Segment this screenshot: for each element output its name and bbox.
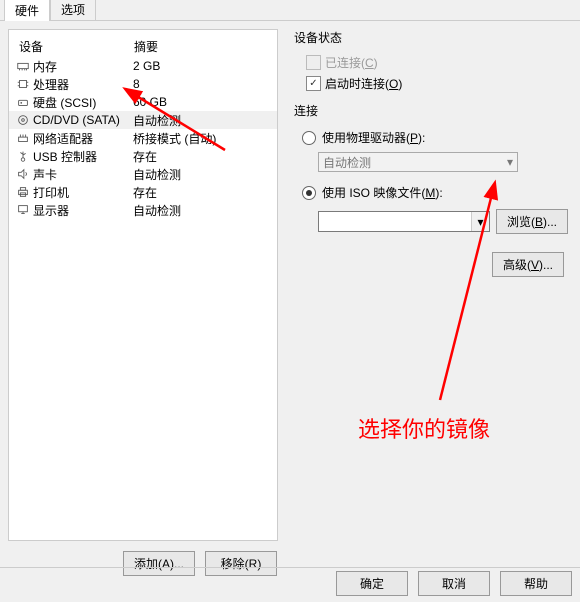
cancel-button[interactable]: 取消: [418, 571, 490, 596]
device-value: 60 GB: [133, 95, 271, 109]
net-icon: [15, 130, 31, 146]
tab-bar: 硬件 选项: [0, 0, 580, 21]
ok-button[interactable]: 确定: [336, 571, 408, 596]
help-button[interactable]: 帮助: [500, 571, 572, 596]
device-name: 显示器: [33, 202, 133, 219]
physical-drive-label: 使用物理驱动器(P):: [322, 129, 425, 146]
header-device: 设备: [19, 38, 134, 55]
physical-drive-value: 自动检测: [323, 154, 371, 171]
physical-drive-dropdown: 自动检测 ▾: [318, 152, 518, 172]
device-name: 处理器: [33, 76, 133, 93]
iso-file-radio[interactable]: [302, 186, 316, 200]
device-value: 2 GB: [133, 59, 271, 73]
device-row[interactable]: 网络适配器 桥接模式 (自动): [9, 129, 277, 147]
physical-drive-radio[interactable]: [302, 131, 316, 145]
cd-icon: [15, 112, 31, 128]
add-button[interactable]: 添加(A)...: [123, 551, 195, 576]
connected-label: 已连接(C): [325, 54, 378, 71]
device-name: 网络适配器: [33, 130, 133, 147]
header-summary: 摘要: [134, 38, 267, 55]
device-value: 8: [133, 77, 271, 91]
memory-icon: [15, 58, 31, 74]
device-value: 自动检测: [133, 202, 271, 219]
connect-at-power-label: 启动时连接(O): [325, 75, 402, 92]
device-value: 存在: [133, 184, 271, 201]
device-row[interactable]: 打印机 存在: [9, 183, 277, 201]
annotation-text: 选择你的镜像: [358, 412, 490, 444]
cpu-icon: [15, 76, 31, 92]
sound-icon: [15, 166, 31, 182]
device-status-title: 设备状态: [290, 29, 568, 46]
remove-button[interactable]: 移除(R): [205, 551, 277, 576]
tab-hardware[interactable]: 硬件: [4, 0, 50, 21]
device-list-header: 设备 摘要: [9, 36, 277, 57]
connect-at-power-checkbox[interactable]: [306, 76, 321, 91]
device-row[interactable]: 处理器 8: [9, 75, 277, 93]
device-row[interactable]: CD/DVD (SATA) 自动检测: [9, 111, 277, 129]
dialog-buttons: 确定 取消 帮助: [336, 565, 572, 602]
device-value: 存在: [133, 148, 271, 165]
device-name: 声卡: [33, 166, 133, 183]
device-name: USB 控制器: [33, 148, 133, 165]
device-row[interactable]: USB 控制器 存在: [9, 147, 277, 165]
advanced-button[interactable]: 高级(V)...: [492, 252, 564, 277]
connection-group: 连接 使用物理驱动器(P): 自动检测 ▾ 使用 ISO 映像文件(M): ▾ …: [290, 102, 568, 234]
device-status-group: 设备状态 已连接(C) 启动时连接(O): [290, 29, 568, 94]
device-value: 自动检测: [133, 112, 271, 129]
iso-file-label: 使用 ISO 映像文件(M):: [322, 184, 443, 201]
usb-icon: [15, 148, 31, 164]
iso-path-combo[interactable]: ▾: [318, 211, 490, 232]
printer-icon: [15, 184, 31, 200]
disk-icon: [15, 94, 31, 110]
chevron-down-icon[interactable]: ▾: [471, 212, 489, 231]
device-row[interactable]: 内存 2 GB: [9, 57, 277, 75]
device-row[interactable]: 声卡 自动检测: [9, 165, 277, 183]
device-name: CD/DVD (SATA): [33, 113, 133, 127]
tab-options[interactable]: 选项: [50, 0, 96, 20]
device-value: 自动检测: [133, 166, 271, 183]
display-icon: [15, 202, 31, 218]
chevron-down-icon: ▾: [507, 155, 513, 169]
device-value: 桥接模式 (自动): [133, 130, 271, 147]
device-name: 内存: [33, 58, 133, 75]
device-row[interactable]: 显示器 自动检测: [9, 201, 277, 219]
browse-button[interactable]: 浏览(B)...: [496, 209, 568, 234]
device-name: 打印机: [33, 184, 133, 201]
device-list-panel: 设备 摘要 内存 2 GB 处理器 8 硬盘 (SCSI) 60 GB CD/D…: [8, 29, 278, 541]
connection-title: 连接: [290, 102, 568, 119]
connected-checkbox: [306, 55, 321, 70]
device-name: 硬盘 (SCSI): [33, 94, 133, 111]
device-row[interactable]: 硬盘 (SCSI) 60 GB: [9, 93, 277, 111]
